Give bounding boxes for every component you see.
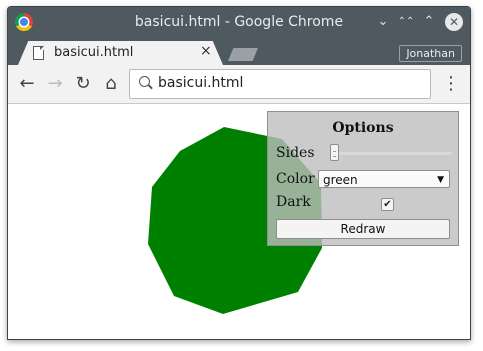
page-icon xyxy=(33,46,44,60)
browser-window: basicui.html - Google Chrome ⌄ ⌃⌃ ⌃ ✕ ba… xyxy=(7,6,471,340)
profile-button[interactable]: Jonathan xyxy=(399,45,462,62)
home-button[interactable]: ⌂ xyxy=(100,73,122,95)
address-bar[interactable]: basicui.html xyxy=(129,69,431,99)
redraw-button[interactable]: Redraw xyxy=(276,219,450,239)
tab-basicui[interactable]: basicui.html × xyxy=(18,41,223,65)
back-button[interactable]: ← xyxy=(16,73,38,95)
tab-label: basicui.html xyxy=(54,45,134,60)
color-label: Color xyxy=(276,171,315,187)
minimize-button[interactable]: ⌄ xyxy=(374,13,392,31)
reload-button[interactable]: ↻ xyxy=(72,73,94,95)
sides-slider-track[interactable] xyxy=(330,152,452,155)
restore-button[interactable]: ⌃ xyxy=(420,13,438,31)
close-window-button[interactable]: ✕ xyxy=(445,13,463,31)
title-bar: basicui.html - Google Chrome ⌄ ⌃⌃ ⌃ ✕ xyxy=(8,7,470,37)
dropdown-arrow-icon: ▼ xyxy=(437,175,444,185)
sides-slider-thumb[interactable] xyxy=(330,144,340,161)
page-content: Options Sides Color green ▼ Dark ✔ Redra… xyxy=(8,104,470,339)
forward-button[interactable]: → xyxy=(44,73,66,95)
toolbar: ← → ↻ ⌂ basicui.html ⋮ xyxy=(8,65,470,104)
options-panel: Options Sides Color green ▼ Dark ✔ Redra… xyxy=(267,111,459,246)
sides-label: Sides xyxy=(276,145,315,161)
color-select-value: green xyxy=(323,173,358,187)
tab-strip: basicui.html × Jonathan xyxy=(8,37,470,65)
url-text: basicui.html xyxy=(158,75,244,91)
tab-close-button[interactable]: × xyxy=(200,43,212,59)
color-select[interactable]: green ▼ xyxy=(318,170,450,188)
window-title: basicui.html - Google Chrome xyxy=(134,14,344,30)
maximize-button[interactable]: ⌃⌃ xyxy=(397,13,415,31)
new-tab-button[interactable] xyxy=(228,48,258,61)
dark-checkbox[interactable]: ✔ xyxy=(381,198,394,211)
search-icon xyxy=(139,76,150,87)
dark-label: Dark xyxy=(276,194,311,210)
check-icon: ✔ xyxy=(383,199,392,210)
menu-icon[interactable]: ⋮ xyxy=(442,73,460,95)
chrome-logo-icon xyxy=(15,13,33,31)
options-title: Options xyxy=(332,120,394,136)
